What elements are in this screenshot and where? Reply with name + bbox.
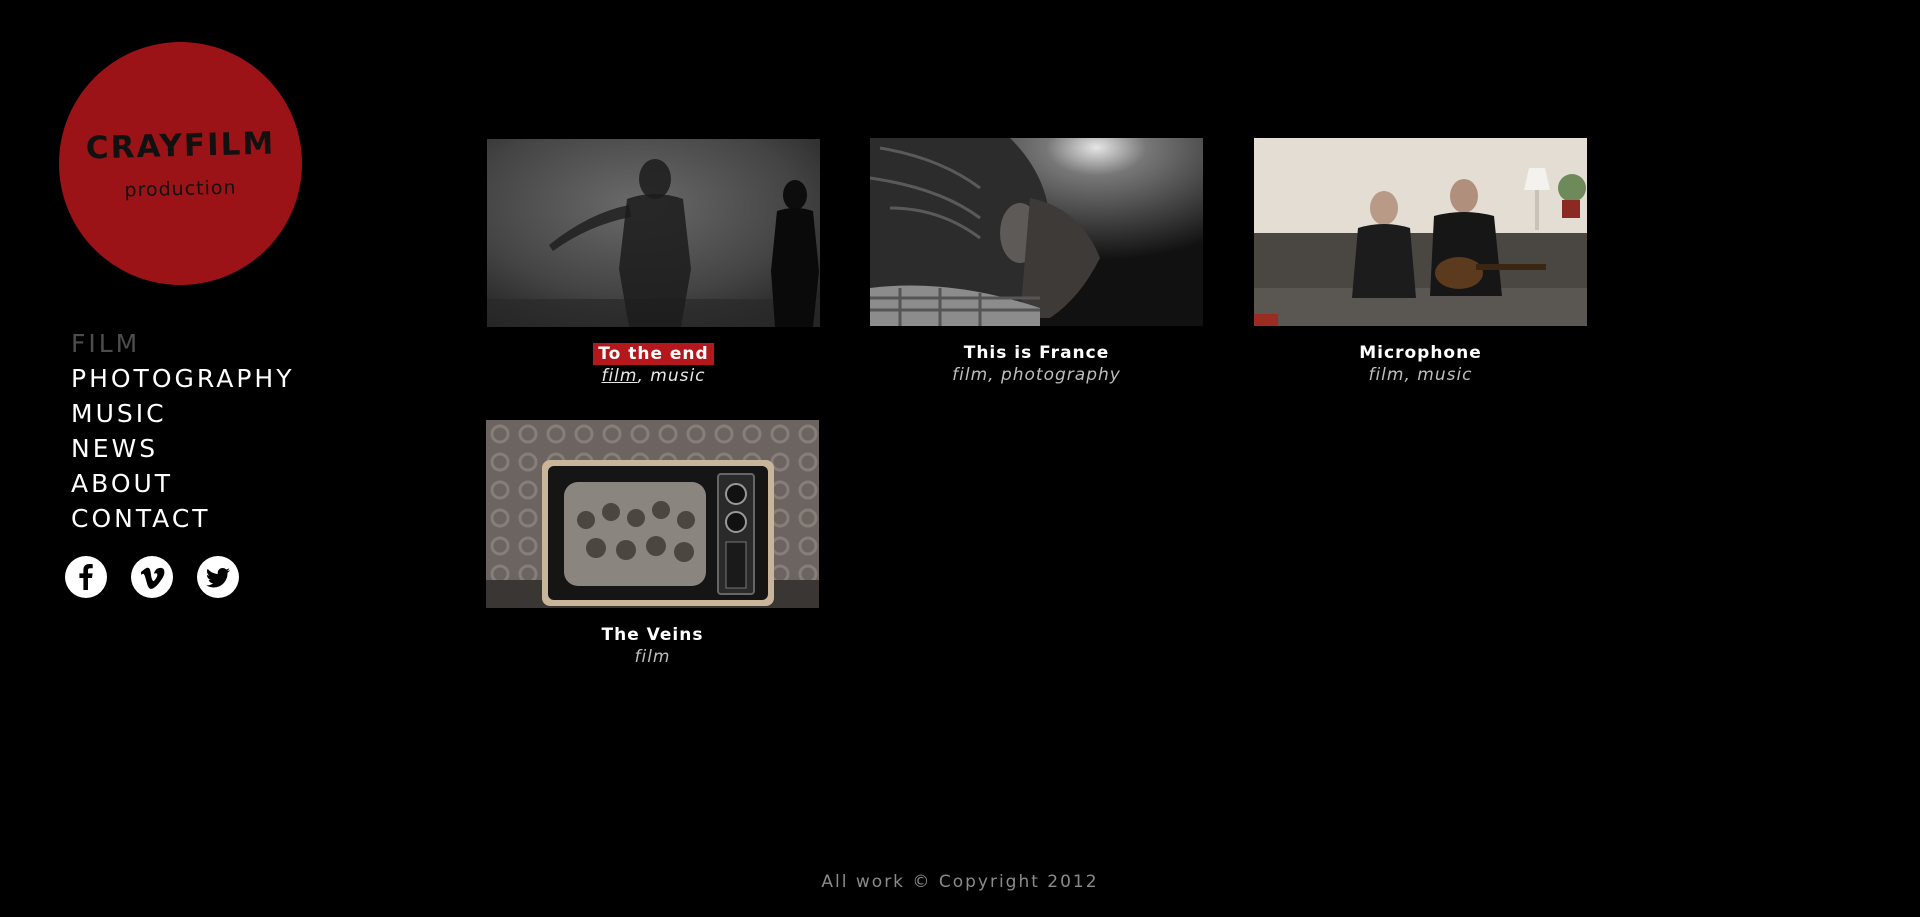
- item-tags: film, music: [1368, 365, 1473, 385]
- thumbnail-microphone[interactable]: [1254, 138, 1587, 326]
- nav-item-contact[interactable]: CONTACT: [71, 501, 294, 536]
- thumbnail-this-is-france[interactable]: [870, 138, 1203, 326]
- tag-link-music[interactable]: music: [650, 366, 705, 386]
- gallery-item-microphone[interactable]: Microphone film, music: [1254, 138, 1587, 386]
- vimeo-icon[interactable]: [131, 556, 173, 598]
- logo[interactable]: CRAYFILM production: [59, 42, 302, 285]
- item-tags: film, photography: [952, 365, 1121, 385]
- tag-link-film[interactable]: film: [952, 365, 988, 385]
- footer-copyright: All work © Copyright 2012: [821, 872, 1099, 892]
- tag-link-film[interactable]: film: [635, 647, 671, 667]
- item-title[interactable]: This is France: [959, 342, 1115, 364]
- tag-link-film[interactable]: film: [1368, 365, 1404, 385]
- main-nav: FILM PHOTOGRAPHY MUSIC NEWS ABOUT CONTAC…: [71, 326, 294, 536]
- logo-name: CRAYFILM: [85, 125, 276, 167]
- nav-item-news[interactable]: NEWS: [71, 431, 294, 466]
- gallery-item-this-is-france[interactable]: This is France film, photography: [870, 138, 1203, 386]
- item-title[interactable]: The Veins: [597, 624, 709, 646]
- page: CRAYFILM production FILM PHOTOGRAPHY MUS…: [0, 0, 1920, 917]
- social-links: [65, 556, 263, 598]
- thumbnail-the-veins[interactable]: [486, 420, 819, 608]
- item-tags: film: [486, 646, 819, 668]
- gallery-item-the-veins[interactable]: The Veins film: [486, 420, 819, 668]
- thumbnail-to-the-end[interactable]: [487, 139, 820, 327]
- nav-item-music[interactable]: MUSIC: [71, 396, 294, 431]
- gallery-item-to-the-end[interactable]: To the end film, music: [487, 139, 820, 387]
- tag-link-music[interactable]: music: [1417, 365, 1472, 385]
- facebook-icon[interactable]: [65, 556, 107, 598]
- tag-link-photography[interactable]: photography: [1001, 365, 1121, 385]
- nav-item-film[interactable]: FILM: [71, 326, 294, 361]
- item-title[interactable]: Microphone: [1354, 342, 1486, 364]
- tag-link-film[interactable]: film: [601, 366, 637, 386]
- item-tags: film, music: [601, 366, 706, 386]
- item-title[interactable]: To the end: [593, 343, 714, 365]
- twitter-icon[interactable]: [197, 556, 239, 598]
- logo-subtitle: production: [124, 176, 237, 202]
- nav-item-about[interactable]: ABOUT: [71, 466, 294, 501]
- nav-item-photography[interactable]: PHOTOGRAPHY: [71, 361, 294, 396]
